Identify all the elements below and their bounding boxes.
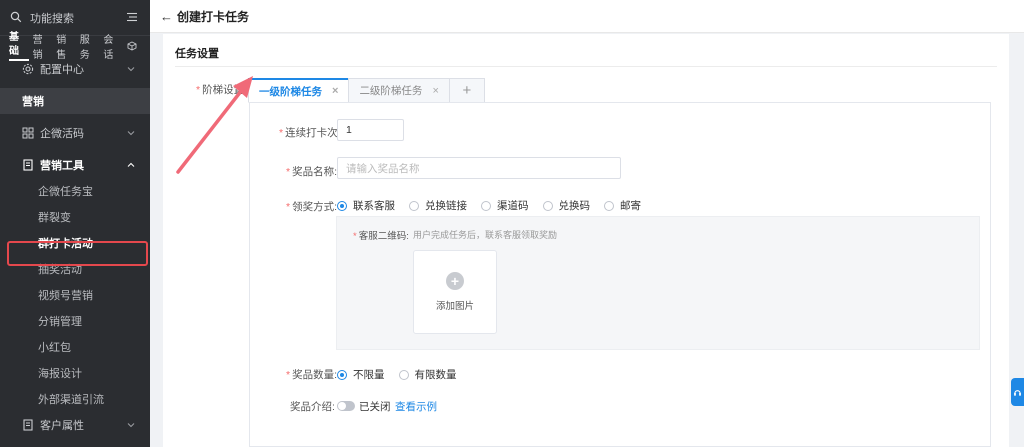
sidebar-subitem[interactable]: 外部渠道引流 [0, 386, 150, 412]
sidebar-subitem[interactable]: 视频号营销 [0, 282, 150, 308]
required-mark: * [286, 201, 291, 213]
claim-method-label: * 领奖方式: [286, 199, 337, 214]
claim-method-radio[interactable]: 渠道码 [481, 198, 529, 213]
add-image-button[interactable]: + 添加图片 [413, 250, 497, 334]
quantity-label: * 奖品数量: [286, 367, 337, 382]
back-arrow-icon[interactable]: ← [160, 9, 173, 24]
grid-icon [22, 127, 34, 139]
claim-method-radio[interactable]: 邮寄 [604, 198, 641, 213]
menu-list-icon[interactable] [126, 11, 140, 25]
intro-toggle[interactable] [337, 401, 355, 411]
sidebar-subitem[interactable]: 群裂变 [0, 204, 150, 230]
intro-status: 已关闭 [359, 401, 391, 413]
radio-dot-icon [542, 200, 553, 211]
sidebar-subitem[interactable]: 群打卡活动 [0, 230, 150, 256]
radio-dot-icon [481, 200, 491, 211]
consecutive-count-input[interactable]: 1 [337, 119, 404, 141]
ladder-tabs: 一级阶梯任务 × 二级阶梯任务 × + [248, 78, 485, 103]
customer-service-qr-box: * 客服二维码: 用户完成任务后，联系客服领取奖励 + 添加图片 [336, 216, 980, 350]
sidebar-item-marketing-tools[interactable]: 营销工具 [0, 152, 150, 178]
add-tab-button[interactable]: + [448, 78, 485, 103]
quantity-radio-label: 有限数量 [414, 369, 457, 381]
floating-help-button[interactable] [1011, 378, 1024, 406]
sidebar-item-customer-attr[interactable]: 客户属性 [0, 412, 150, 438]
sidebar-item-label: 配置中心 [40, 64, 84, 76]
radio-dot-icon [337, 200, 347, 211]
sidebar-subitem[interactable]: 分销管理 [0, 308, 150, 334]
cube-icon[interactable] [127, 41, 137, 51]
close-icon[interactable]: × [332, 85, 338, 97]
section-title: 任务设置 [175, 48, 219, 60]
sidebar-item-label: 客户属性 [40, 420, 84, 432]
required-mark: * [196, 84, 201, 96]
chevron-down-icon [126, 420, 136, 430]
radio-dot-icon [409, 200, 419, 211]
claim-method-radio-label: 兑换链接 [425, 200, 467, 212]
sidebar-item-config-center[interactable]: 配置中心 [0, 56, 150, 82]
gear-icon [22, 63, 34, 75]
claim-method-radio[interactable]: 兑换链接 [409, 198, 467, 213]
page-header: ← 创建打卡任务 [150, 0, 1024, 33]
chevron-down-icon [126, 128, 136, 138]
required-mark: * [279, 127, 284, 139]
view-example-link[interactable]: 查看示例 [395, 399, 437, 414]
chevron-up-icon [126, 160, 136, 170]
tab-level-1[interactable]: 一级阶梯任务 × [248, 78, 350, 103]
sidebar-subitem[interactable]: 小红包 [0, 334, 150, 360]
chevron-down-icon [126, 64, 136, 74]
quantity-radio[interactable]: 不限量 [337, 367, 385, 382]
headset-icon [1014, 389, 1021, 396]
prize-name-label: * 奖品名称: [286, 164, 337, 179]
add-image-label: 添加图片 [435, 301, 474, 312]
ladder-label-text: 阶梯设置: [202, 84, 248, 96]
claim-method-radio-label: 兑换码 [558, 200, 591, 212]
radio-dot-icon [398, 369, 409, 380]
tab-label: 一级阶梯任务 [259, 85, 322, 98]
claim-method-radio-group: 联系客服 兑换链接 渠道码 兑换码 邮寄 [337, 198, 655, 213]
prize-name-label-text: 奖品名称: [292, 166, 338, 178]
page-title: 创建打卡任务 [177, 9, 250, 24]
sidebar-item-label: 营销工具 [40, 160, 84, 172]
sidebar-subitem[interactable]: 企微任务宝 [0, 178, 150, 204]
task-settings-card: 任务设置 * 阶梯设置: 一级阶梯任务 × 二级阶梯任务 × + * 连续打卡次数:… [163, 34, 1009, 447]
document-icon [22, 159, 34, 171]
required-mark: * [353, 231, 357, 242]
claim-method-radio-label: 渠道码 [497, 200, 529, 212]
sidebar-item-label: 企微活码 [40, 128, 84, 140]
sidebar-item-wecom-code[interactable]: 企微活码 [0, 120, 150, 146]
search-icon [10, 11, 24, 25]
search-label: 功能搜索 [30, 12, 74, 25]
plus-circle-icon: + [446, 272, 464, 290]
quantity-radio[interactable]: 有限数量 [398, 367, 457, 382]
tab-label: 二级阶梯任务 [359, 85, 423, 97]
marketing-tools-submenu: 企微任务宝 群裂变 群打卡活动 抽奖活动 视频号营销 分销管理 小红包 海报设计 外部渠道引流 [0, 178, 150, 412]
sidebar-category-tabs: 基础 营销 销售 服务 会话 [0, 32, 150, 61]
qr-label: * 客服二维码: [353, 228, 409, 242]
claim-method-radio[interactable]: 联系客服 [337, 198, 395, 213]
quantity-radio-group: 不限量 有限数量 [337, 367, 471, 382]
quantity-radio-label: 不限量 [353, 369, 385, 381]
claim-method-radio-label: 邮寄 [620, 200, 641, 212]
qr-label-text: 客服二维码: [358, 231, 409, 242]
quantity-label-text: 奖品数量: [292, 369, 338, 381]
claim-method-radio[interactable]: 兑换码 [542, 198, 591, 213]
sidebar: 功能搜索 基础 营销 销售 服务 会话 配置中心 营销 企微活码 营销工具 企微… [0, 0, 150, 447]
close-icon[interactable]: × [432, 85, 438, 97]
sidebar-subitem[interactable]: 海报设计 [0, 360, 150, 386]
prize-name-input[interactable]: 请输入奖品名称 [337, 157, 621, 179]
radio-dot-icon [337, 369, 347, 380]
required-mark: * [286, 166, 291, 178]
required-mark: * [286, 369, 291, 381]
sidebar-subitem[interactable]: 抽奖活动 [0, 256, 150, 282]
section-divider [175, 66, 997, 67]
ladder-label: * 阶梯设置: [196, 82, 247, 97]
sidebar-section-marketing: 营销 [0, 88, 150, 114]
document-icon [22, 419, 34, 431]
radio-dot-icon [604, 200, 614, 211]
claim-method-label-text: 领奖方式: [292, 201, 338, 213]
claim-method-radio-label: 联系客服 [353, 200, 395, 212]
intro-label: 奖品介绍: [290, 401, 335, 413]
qr-hint: 用户完成任务后，联系客服领取奖励 [413, 230, 558, 240]
tab-level-2[interactable]: 二级阶梯任务 × [348, 78, 450, 103]
